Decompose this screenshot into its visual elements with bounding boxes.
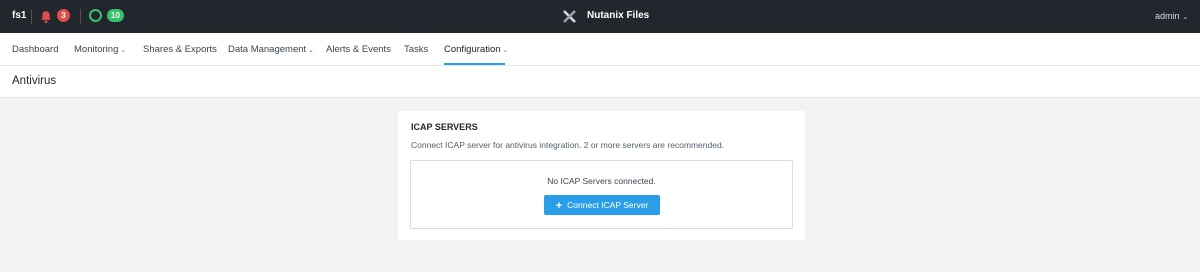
- circle-icon[interactable]: [89, 9, 102, 22]
- nav-alerts-events[interactable]: Alerts & Events: [326, 44, 391, 55]
- nav-monitoring[interactable]: Monitoring ⌄: [74, 44, 126, 55]
- nav-label[interactable]: Tasks: [404, 44, 428, 55]
- top-bar: fs1 3 10 Nutanix Files admin ⌄: [0, 0, 1200, 33]
- plus-icon: +: [555, 200, 563, 212]
- chevron-down-icon[interactable]: ⌄: [503, 47, 509, 54]
- page-title: Antivirus: [12, 75, 57, 87]
- empty-state-message: No ICAP Servers connected.: [547, 176, 656, 186]
- chevron-down-icon[interactable]: ⌄: [308, 47, 314, 54]
- nutanix-x-logo: [563, 10, 576, 23]
- username[interactable]: admin: [1155, 11, 1180, 21]
- active-tab-indicator: [444, 63, 505, 65]
- nav-configuration[interactable]: Configuration ⌄: [444, 44, 508, 55]
- alerts-count-badge[interactable]: 3: [57, 9, 70, 22]
- nav-tasks[interactable]: Tasks: [404, 44, 428, 55]
- page-header: Antivirus: [0, 66, 1200, 98]
- nav-label[interactable]: Alerts & Events: [326, 44, 391, 55]
- button-label: Connect ICAP Server: [567, 200, 649, 210]
- divider: [31, 9, 32, 24]
- main-nav: Dashboard Monitoring ⌄ Shares & Exports D…: [0, 33, 1200, 66]
- tasks-count-badge[interactable]: 10: [107, 9, 124, 22]
- connect-icap-server-button[interactable]: + Connect ICAP Server: [544, 195, 660, 215]
- nav-dashboard[interactable]: Dashboard: [12, 44, 58, 55]
- bell-icon[interactable]: [40, 10, 52, 24]
- file-server-name[interactable]: fs1: [12, 10, 26, 21]
- chevron-down-icon[interactable]: ⌄: [120, 47, 126, 54]
- nav-label[interactable]: Monitoring: [74, 44, 118, 55]
- user-menu[interactable]: admin ⌄: [1155, 11, 1188, 21]
- card-description: Connect ICAP server for antivirus integr…: [411, 140, 725, 150]
- nav-label[interactable]: Data Management: [228, 44, 306, 55]
- icap-servers-empty-state: No ICAP Servers connected. + Connect ICAP…: [410, 160, 793, 229]
- nav-label[interactable]: Configuration: [444, 44, 501, 55]
- nav-data-management[interactable]: Data Management ⌄: [228, 44, 314, 55]
- nav-shares-exports[interactable]: Shares & Exports: [143, 44, 217, 55]
- app-title: Nutanix Files: [587, 10, 650, 21]
- divider: [80, 9, 81, 24]
- icap-servers-card: ICAP SERVERS Connect ICAP server for ant…: [398, 111, 805, 240]
- nav-label[interactable]: Shares & Exports: [143, 44, 217, 55]
- card-title: ICAP SERVERS: [411, 122, 478, 132]
- chevron-down-icon[interactable]: ⌄: [1183, 14, 1189, 21]
- nav-label[interactable]: Dashboard: [12, 44, 58, 55]
